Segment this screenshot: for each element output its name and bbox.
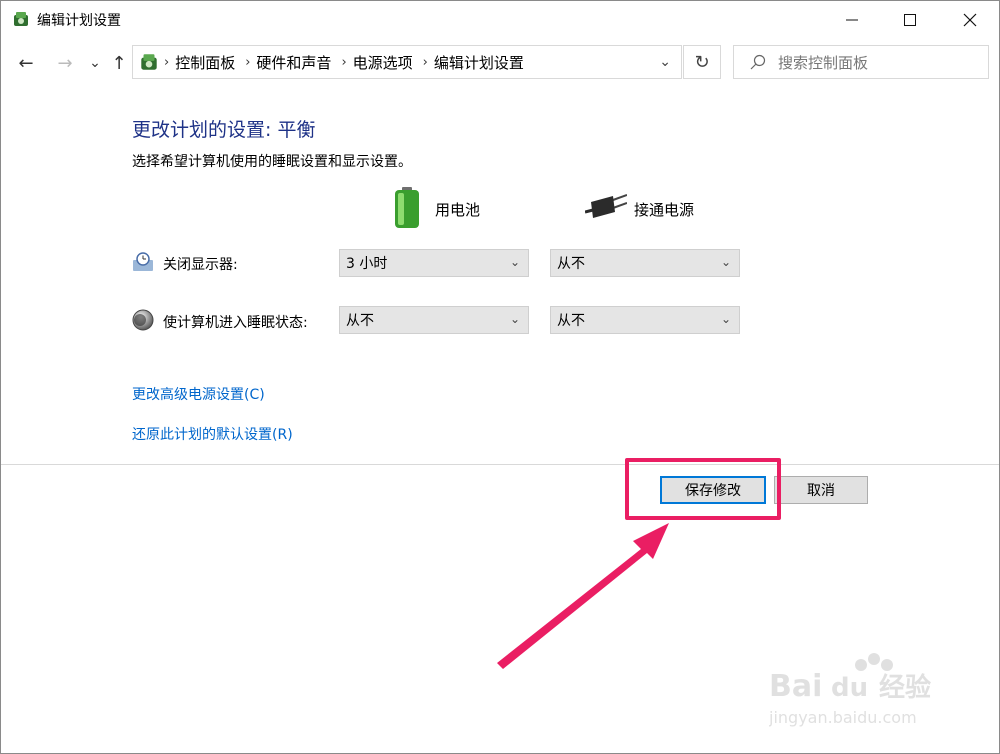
chevron-right-icon: › — [422, 54, 428, 70]
chevron-down-icon: ⌄ — [89, 55, 101, 71]
address-bar[interactable]: › 控制面板 › 硬件和声音 › 电源选项 › 编辑计划设置 ⌄ — [132, 45, 682, 79]
close-button[interactable] — [947, 1, 993, 38]
breadcrumb-hardware-sound[interactable]: 硬件和声音 — [256, 52, 331, 73]
turn-off-display-label: 关闭显示器: — [163, 257, 238, 273]
svg-text:du: du — [831, 673, 868, 703]
title-bar[interactable]: 编辑计划设置 — [1, 1, 999, 38]
select-value: 3 小时 — [346, 256, 388, 272]
maximize-icon — [904, 13, 916, 26]
chevron-down-icon: ⌄ — [509, 312, 520, 326]
svg-text:jingyan.baidu.com: jingyan.baidu.com — [769, 708, 917, 727]
chevron-right-icon: › — [164, 54, 170, 70]
window-title: 编辑计划设置 — [37, 13, 121, 29]
restore-defaults-link[interactable]: 还原此计划的默认设置(R) — [132, 424, 293, 444]
select-value: 从不 — [557, 256, 585, 272]
back-button[interactable]: ← — [14, 51, 38, 75]
baidu-logo: Bai du 经验 jingyan.baidu.com — [768, 653, 931, 727]
sleep-battery-select[interactable]: 从不 ⌄ — [339, 306, 529, 334]
select-value: 从不 — [557, 313, 585, 329]
recent-locations-button[interactable]: ⌄ — [83, 51, 107, 75]
close-icon — [963, 13, 977, 26]
address-dropdown-icon[interactable]: ⌄ — [659, 54, 671, 70]
control-panel-icon — [138, 51, 160, 73]
refresh-icon: ↻ — [694, 51, 710, 73]
cancel-button[interactable]: 取消 — [774, 476, 868, 504]
maximize-button[interactable] — [887, 1, 933, 38]
minimize-icon — [846, 19, 858, 20]
page-heading: 更改计划的设置: 平衡 — [132, 119, 316, 141]
chevron-down-icon: ⌄ — [720, 255, 731, 269]
display-battery-select[interactable]: 3 小时 ⌄ — [339, 249, 529, 277]
chevron-right-icon: › — [245, 54, 251, 70]
chevron-down-icon: ⌄ — [509, 255, 520, 269]
power-plug-icon — [584, 194, 628, 224]
select-value: 从不 — [346, 313, 374, 329]
sleep-label: 使计算机进入睡眠状态: — [163, 315, 308, 331]
breadcrumb-power-options[interactable]: 电源选项 — [353, 52, 413, 73]
refresh-button[interactable]: ↻ — [683, 45, 721, 79]
breadcrumb-edit-plan[interactable]: 编辑计划设置 — [434, 52, 524, 73]
divider — [1, 464, 999, 465]
display-plugged-select[interactable]: 从不 ⌄ — [550, 249, 740, 277]
forward-arrow-icon: → — [57, 52, 73, 74]
control-panel-window: 编辑计划设置 ← → ⌄ ↑ › 控制面板 › 硬件和声音 › 电源选项 › 编… — [0, 0, 1000, 754]
breadcrumb-control-panel[interactable]: 控制面板 — [175, 52, 235, 73]
chevron-right-icon: › — [341, 54, 347, 70]
battery-icon — [393, 187, 421, 233]
control-panel-icon — [11, 9, 31, 33]
annotation-arrow — [497, 523, 669, 669]
back-arrow-icon: ← — [18, 52, 34, 74]
page-subtitle: 选择希望计算机使用的睡眠设置和显示设置。 — [132, 154, 412, 170]
up-button[interactable]: ↑ — [107, 51, 131, 75]
chevron-down-icon: ⌄ — [720, 312, 731, 326]
advanced-power-settings-link[interactable]: 更改高级电源设置(C) — [132, 384, 265, 404]
monitor-clock-icon — [132, 252, 154, 276]
search-icon — [750, 54, 766, 70]
minimize-button[interactable] — [829, 1, 875, 38]
baidu-watermark: Bai du 经验 jingyan.baidu.com — [768, 651, 959, 735]
sleep-moon-icon — [132, 309, 154, 335]
search-box[interactable]: 搜索控制面板 — [733, 45, 989, 79]
up-arrow-icon: ↑ — [111, 52, 127, 74]
svg-text:Bai: Bai — [769, 669, 822, 704]
forward-button[interactable]: → — [53, 51, 77, 75]
sleep-plugged-select[interactable]: 从不 ⌄ — [550, 306, 740, 334]
battery-column-label: 用电池 — [435, 201, 481, 219]
search-placeholder: 搜索控制面板 — [778, 53, 869, 72]
plugged-in-column-label: 接通电源 — [634, 201, 695, 219]
svg-text:经验: 经验 — [879, 672, 931, 703]
